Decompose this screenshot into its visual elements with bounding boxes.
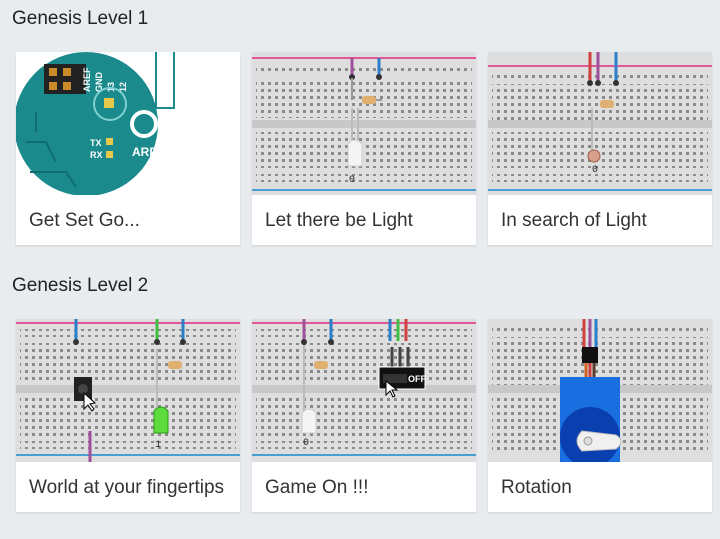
led-label-rx: RX xyxy=(90,150,103,160)
card-label: Rotation xyxy=(501,477,572,498)
card-label: Let there be Light xyxy=(265,210,413,231)
level-2-title: Genesis Level 2 xyxy=(12,275,149,296)
svg-text:0: 0 xyxy=(349,175,355,186)
breadboard-ldr-icon: 0 xyxy=(488,52,712,195)
pin-label-aref: AREF xyxy=(82,67,92,92)
level-card-get-set-go[interactable]: AREF GND 13 12 TX RX ARD Get Set Go... xyxy=(16,52,240,245)
breadboard-switch-icon: 0 OFF xyxy=(252,319,476,462)
card-label: In search of Light xyxy=(501,210,647,231)
card-label: World at your fingertips xyxy=(29,477,225,498)
level-card-rotation[interactable]: Rotation xyxy=(488,319,712,512)
card-label: Get Set Go... xyxy=(29,210,140,231)
arduino-board-icon: AREF GND 13 12 TX RX ARD xyxy=(16,52,240,195)
svg-text:0: 0 xyxy=(592,165,598,176)
svg-text:1: 1 xyxy=(155,440,161,451)
level-1-title: Genesis Level 1 xyxy=(12,8,149,29)
breadboard-pushbutton-icon: 1 xyxy=(16,319,240,462)
level-card-in-search-of-light[interactable]: 0 In search of Light xyxy=(488,52,712,245)
breadboard-led-icon: 0 xyxy=(252,52,476,195)
switch-state-text: OFF xyxy=(408,374,426,384)
level-card-game-on[interactable]: 0 OFF Game On !!! xyxy=(252,319,476,512)
level-card-let-there-be-light[interactable]: 0 Let there be Light xyxy=(252,52,476,245)
card-label: Game On !!! xyxy=(265,477,369,498)
pin-label-13: 13 xyxy=(106,82,116,92)
breadboard-servo-icon xyxy=(488,319,712,462)
arduino-logo-text: ARD xyxy=(132,145,158,159)
led-label-tx: TX xyxy=(90,138,102,148)
level-card-world-at-your-fingertips[interactable]: 1 World at your fingertips xyxy=(16,319,240,512)
svg-text:0: 0 xyxy=(303,438,309,449)
